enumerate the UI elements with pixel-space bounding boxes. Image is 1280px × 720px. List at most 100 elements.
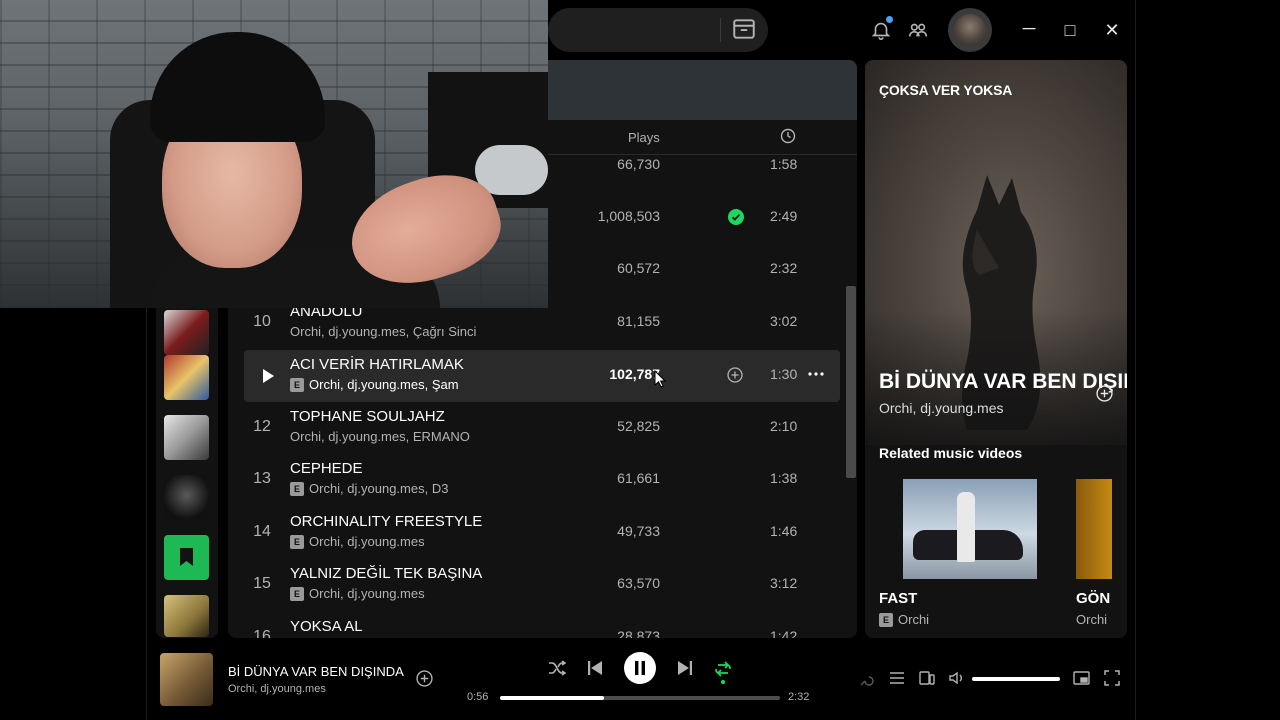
volume-icon[interactable] bbox=[949, 670, 965, 686]
plus-circle-icon[interactable] bbox=[416, 670, 433, 687]
maximize-button[interactable]: □ bbox=[1058, 20, 1082, 40]
explicit-badge: E bbox=[290, 482, 304, 496]
track-duration: 1:46 bbox=[770, 523, 798, 539]
progress-fill bbox=[500, 696, 604, 700]
library-item-saved-episodes[interactable] bbox=[164, 535, 209, 580]
track-artists[interactable]: E Orchi, dj.young.mes, Şam bbox=[290, 377, 459, 392]
track-plays: 66,730 bbox=[617, 156, 660, 172]
connect-device-icon[interactable] bbox=[919, 670, 935, 686]
track-artists-text[interactable]: Orchi, dj.young.mes bbox=[309, 586, 425, 601]
video-artist-text[interactable]: Orchi bbox=[898, 612, 929, 627]
tracklist-scrollbar[interactable] bbox=[846, 286, 856, 478]
track-artists-text[interactable]: Orchi, dj.young.mes bbox=[309, 534, 425, 549]
next-icon[interactable] bbox=[677, 660, 693, 676]
explicit-badge: E bbox=[290, 587, 304, 601]
plus-circle-icon[interactable] bbox=[1096, 385, 1113, 402]
track-duration: 3:12 bbox=[770, 575, 798, 591]
play-icon[interactable] bbox=[262, 369, 274, 383]
track-artists[interactable]: Orchi, dj.young.mes, ERMANO bbox=[290, 429, 470, 444]
explicit-badge: E bbox=[290, 378, 304, 392]
track-duration: 2:32 bbox=[770, 260, 798, 276]
track-artists[interactable]: Orchi, dj.young.mes, Çağrı Sinci bbox=[290, 324, 476, 339]
track-plays: 52,825 bbox=[617, 418, 660, 434]
shuffle-icon[interactable] bbox=[548, 659, 566, 677]
video-title[interactable]: FAST bbox=[879, 590, 917, 607]
track-title[interactable]: YALNIZ DEĞİL TEK BAŞINA bbox=[290, 565, 482, 582]
avatar[interactable] bbox=[954, 14, 986, 46]
lyrics-icon[interactable] bbox=[859, 671, 875, 687]
notification-dot bbox=[886, 16, 893, 23]
mini-player-icon[interactable] bbox=[1073, 670, 1090, 686]
now-playing-artists[interactable]: Orchi, dj.young.mes bbox=[228, 683, 326, 695]
mouse-cursor-icon bbox=[654, 370, 666, 388]
pause-icon bbox=[635, 661, 645, 675]
webcam-overlay bbox=[0, 0, 548, 308]
track-title[interactable]: CEPHEDE bbox=[290, 460, 363, 477]
track-duration: 1:38 bbox=[770, 470, 798, 486]
track-number: 10 bbox=[253, 313, 271, 330]
track-row[interactable]: 16 YOKSA AL 28,873 1:42 bbox=[244, 612, 840, 638]
saved-check-icon[interactable] bbox=[728, 209, 744, 225]
track-row-hovered[interactable]: ACI VERİR HATIRLAMAK E Orchi, dj.young.me… bbox=[244, 350, 840, 402]
video-thumbnail[interactable] bbox=[1076, 479, 1112, 579]
library-item-cover[interactable] bbox=[164, 475, 209, 520]
bookmark-icon bbox=[180, 548, 193, 566]
track-row[interactable]: 13 CEPHEDE E Orchi, dj.young.mes, D3 61,6… bbox=[244, 454, 840, 506]
plus-circle-icon[interactable] bbox=[727, 367, 743, 383]
track-duration: 2:10 bbox=[770, 418, 798, 434]
previous-icon[interactable] bbox=[587, 660, 603, 676]
track-row[interactable]: 15 YALNIZ DEĞİL TEK BAŞINA E Orchi, dj.yo… bbox=[244, 559, 840, 611]
track-plays: 81,155 bbox=[617, 313, 660, 329]
track-plays: 102,787 bbox=[609, 366, 660, 382]
library-item-cover[interactable] bbox=[164, 355, 209, 400]
track-plays: 1,008,503 bbox=[597, 208, 660, 224]
track-duration: 3:02 bbox=[770, 313, 798, 329]
track-plays: 28,873 bbox=[617, 628, 660, 638]
track-plays: 61,661 bbox=[617, 470, 660, 486]
search-separator bbox=[720, 18, 721, 42]
track-title[interactable]: YOKSA AL bbox=[290, 618, 363, 635]
repeat-active-dot bbox=[721, 680, 725, 684]
now-playing-cover[interactable] bbox=[160, 653, 213, 706]
track-artists-text[interactable]: Orchi, dj.young.mes, D3 bbox=[309, 481, 448, 496]
minimize-button[interactable]: ─ bbox=[1017, 18, 1041, 38]
progress-bar[interactable] bbox=[500, 696, 780, 700]
track-artists[interactable]: E Orchi, dj.young.mes bbox=[290, 586, 425, 601]
song-artists[interactable]: Orchi, dj.young.mes bbox=[879, 400, 1004, 416]
repeat-icon[interactable] bbox=[714, 659, 732, 677]
video-artist[interactable]: E Orchi bbox=[879, 612, 929, 627]
track-artists[interactable]: E Orchi, dj.young.mes, D3 bbox=[290, 481, 448, 496]
track-artists-text[interactable]: Orchi, dj.young.mes, Şam bbox=[309, 377, 459, 392]
now-playing-view: ÇOKSA VER YOKSA Bİ DÜNYA VAR BEN DIŞINDA… bbox=[865, 60, 1127, 638]
track-number: 16 bbox=[253, 628, 271, 638]
context-title[interactable]: ÇOKSA VER YOKSA bbox=[879, 82, 1012, 98]
friends-icon[interactable] bbox=[907, 19, 929, 41]
track-artists[interactable]: E Orchi, dj.young.mes bbox=[290, 534, 425, 549]
library-item-cover[interactable] bbox=[164, 595, 209, 637]
browse-icon[interactable] bbox=[731, 16, 757, 42]
song-title[interactable]: Bİ DÜNYA VAR BEN DIŞINDA bbox=[879, 370, 1127, 394]
fullscreen-icon[interactable] bbox=[1104, 670, 1120, 686]
volume-slider[interactable] bbox=[972, 677, 1060, 681]
video-thumbnail-person bbox=[957, 492, 975, 562]
video-title[interactable]: GÖN bbox=[1076, 590, 1110, 607]
track-row[interactable]: 14 ORCHINALITY FREESTYLE E Orchi, dj.youn… bbox=[244, 507, 840, 559]
track-plays: 63,570 bbox=[617, 575, 660, 591]
more-icon[interactable] bbox=[807, 366, 825, 382]
track-row[interactable]: 12 TOPHANE SOULJAHZ Orchi, dj.young.mes,… bbox=[244, 402, 840, 454]
track-duration: 2:49 bbox=[770, 208, 798, 224]
library-item-cover[interactable] bbox=[164, 310, 209, 355]
close-button[interactable]: ✕ bbox=[1100, 20, 1124, 40]
library-item-cover[interactable] bbox=[164, 415, 209, 460]
track-plays: 60,572 bbox=[617, 260, 660, 276]
track-title[interactable]: TOPHANE SOULJAHZ bbox=[290, 408, 445, 425]
track-title[interactable]: ORCHINALITY FREESTYLE bbox=[290, 513, 482, 530]
queue-icon[interactable] bbox=[889, 670, 905, 686]
track-title[interactable]: ACI VERİR HATIRLAMAK bbox=[290, 356, 464, 373]
video-artist[interactable]: Orchi bbox=[1076, 612, 1107, 627]
play-pause-button[interactable] bbox=[624, 652, 656, 684]
track-plays: 49,733 bbox=[617, 523, 660, 539]
track-number: 13 bbox=[253, 470, 271, 487]
current-time: 0:56 bbox=[467, 691, 489, 703]
now-playing-title[interactable]: Bİ DÜNYA VAR BEN DIŞINDA bbox=[228, 664, 404, 679]
